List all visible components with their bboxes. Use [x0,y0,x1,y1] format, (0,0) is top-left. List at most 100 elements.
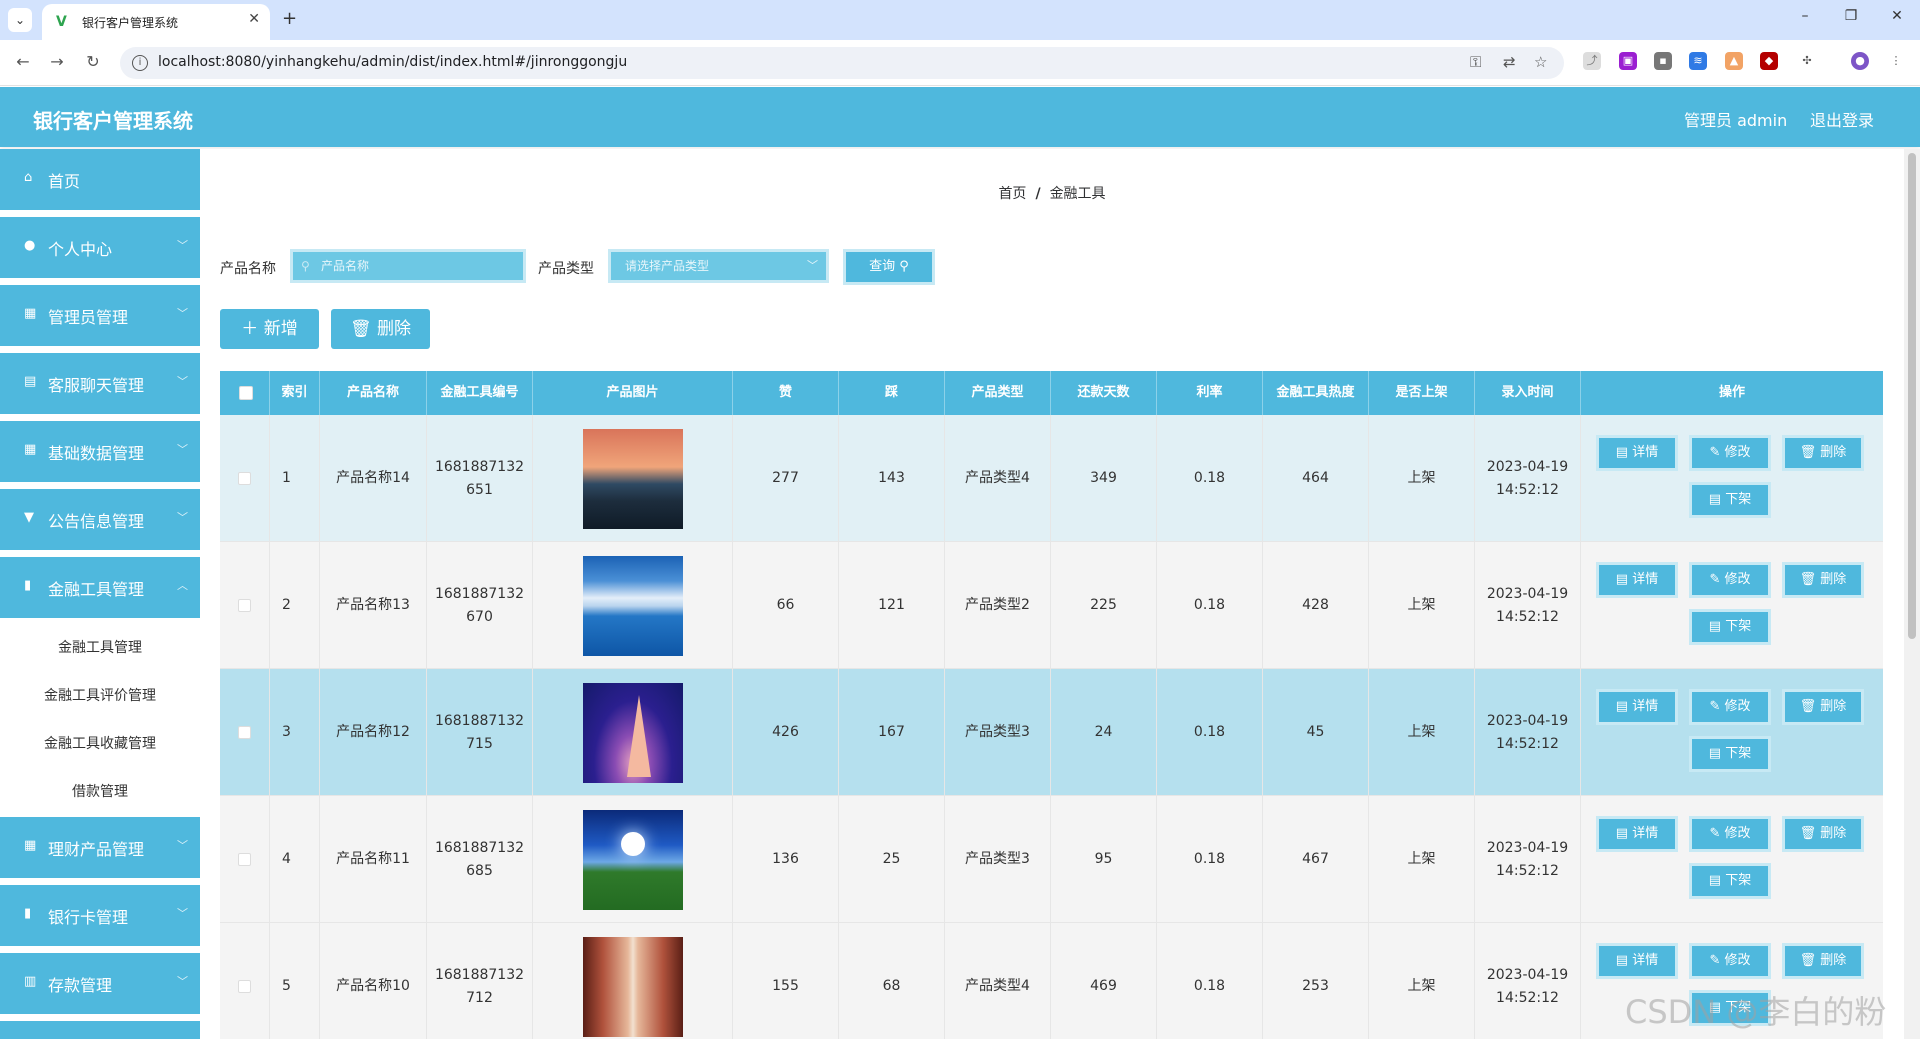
edit-button[interactable]: ✎ 修改 [1689,435,1771,471]
product-name-placeholder: 产品名称 [321,259,370,273]
table-header: 索引 产品名称 金融工具编号 产品图片 赞 踩 产品类型 还款天数 利率 金融工… [220,371,1883,415]
detail-button[interactable]: ▤ 详情 [1596,689,1678,725]
cell-repay-days: 469 [1051,923,1157,1039]
column-header: 产品图片 [533,371,733,415]
forward-arrow-icon[interactable]: → [46,52,68,71]
product-type-select[interactable]: 请选择产品类型 ﹀ [608,249,829,283]
table-row[interactable]: 2 产品名称13 1681887132 670 66 121 产品类型2 225 … [220,542,1883,669]
window-close-icon[interactable]: ✕ [1885,8,1909,24]
select-all-checkbox[interactable] [239,386,253,400]
cell-onshelf: 上架 [1369,669,1475,796]
cell-likes: 277 [733,415,839,542]
table-row[interactable]: 4 产品名称11 1681887132 685 136 25 产品类型3 95 0… [220,796,1883,923]
back-arrow-icon[interactable]: ← [12,52,34,71]
sidebar-item-bank-cards[interactable]: ▮ 银行卡管理 ﹀ [0,885,200,947]
delete-button[interactable]: 🗑 删除 [331,309,430,349]
row-checkbox[interactable] [238,472,251,485]
sidebar-item-home[interactable]: ⌂ 首页 [0,149,200,211]
detail-button[interactable]: ▤ 详情 [1596,435,1678,471]
created-time: 14:52:12 [1496,989,1559,1006]
extension-game-icon[interactable]: ▪ [1654,52,1672,70]
sidebar-item-next[interactable] [0,1021,200,1039]
tab-close-icon[interactable]: ✕ [248,11,260,27]
cell-product-image [533,669,733,796]
extension-app-icon[interactable]: ▣ [1619,52,1637,70]
sidebar-item-label: 公告信息管理 [48,512,145,531]
page-scrollbar[interactable] [1904,149,1920,1039]
logout-link[interactable]: 退出登录 [1810,107,1874,131]
extensions-puzzle-icon[interactable]: ✣ [1798,52,1816,70]
window-restore-icon[interactable]: ❐ [1839,8,1863,24]
offshelf-button[interactable]: ▤ 下架 [1689,736,1771,772]
detail-button[interactable]: ▤ 详情 [1596,943,1678,979]
edit-button[interactable]: ✎ 修改 [1689,816,1771,852]
sidebar-subitem-tool-favorites[interactable]: 金融工具收藏管理 [0,720,200,768]
sidebar-item-deposits[interactable]: ▥ 存款管理 ﹀ [0,953,200,1015]
sidebar-item-wealth-products[interactable]: ▦ 理财产品管理 ﹀ [0,817,200,879]
cell-heat: 467 [1263,796,1369,923]
row-delete-button[interactable]: 🗑 删除 [1782,943,1864,979]
row-checkbox[interactable] [238,853,251,866]
sidebar-item-announcements[interactable]: ▼ 公告信息管理 ﹀ [0,489,200,551]
edit-button[interactable]: ✎ 修改 [1689,562,1771,598]
app-header: 银行客户管理系统 管理员 admin 退出登录 [0,87,1920,147]
detail-button[interactable]: ▤ 详情 [1596,816,1678,852]
site-info-icon[interactable]: i [132,55,148,71]
cell-rate: 0.18 [1157,669,1263,796]
breadcrumb-home[interactable]: 首页 [998,186,1026,202]
password-key-icon[interactable]: ⚿ [1470,53,1481,71]
extension-shield-icon[interactable]: ◆ [1760,52,1778,70]
browser-menu-icon[interactable]: ⋮ [1887,52,1905,70]
edit-button[interactable]: ✎ 修改 [1689,689,1771,725]
extension-layers-icon[interactable]: ≋ [1689,52,1707,70]
product-name-input[interactable]: ⚲ 产品名称 [290,249,526,283]
row-checkbox[interactable] [238,599,251,612]
sidebar-item-chat-management[interactable]: ▤ 客服聊天管理 ﹀ [0,353,200,415]
new-tab-icon[interactable]: + [282,8,297,29]
reload-icon[interactable]: ↻ [82,52,104,71]
table-row[interactable]: 3 产品名称12 1681887132 715 426 167 产品类型3 24 … [220,669,1883,796]
row-delete-button[interactable]: 🗑 删除 [1782,816,1864,852]
add-button[interactable]: ＋ 新增 [220,309,319,349]
created-date: 2023-04-19 [1486,585,1569,602]
row-delete-button[interactable]: 🗑 删除 [1782,435,1864,471]
row-checkbox[interactable] [238,726,251,739]
row-delete-button[interactable]: 🗑 删除 [1782,562,1864,598]
table-row[interactable]: 1 产品名称14 1681887132 651 277 143 产品类型4 349… [220,415,1883,542]
address-url[interactable]: localhost:8080/yinhangkehu/admin/dist/in… [158,54,627,70]
sidebar-item-admin-management[interactable]: ▦ 管理员管理 ﹀ [0,285,200,347]
row-select-cell [220,669,270,796]
browser-tab-active[interactable]: V 银行客户管理系统 ✕ [42,4,270,40]
extension-cursor-icon[interactable]: ⤴ [1583,52,1601,70]
extension-orange-icon[interactable]: ▲ [1725,52,1743,70]
edit-button[interactable]: ✎ 修改 [1689,943,1771,979]
detail-button[interactable]: ▤ 详情 [1596,562,1678,598]
translate-icon[interactable]: ⇄ [1503,53,1516,71]
offshelf-button[interactable]: ▤ 下架 [1689,609,1771,645]
column-header: 金融工具热度 [1263,371,1369,415]
row-delete-button[interactable]: 🗑 删除 [1782,689,1864,725]
browser-tabstrip: ⌄ V 银行客户管理系统 ✕ + – ❐ ✕ [0,0,1920,40]
sidebar-subitem-financial-tools[interactable]: 金融工具管理 [0,624,200,672]
address-bar[interactable]: i localhost:8080/yinhangkehu/admin/dist/… [120,47,1564,79]
cell-product-name: 产品名称13 [320,542,427,669]
created-time: 14:52:12 [1496,735,1559,752]
sidebar-item-basic-data[interactable]: ▦ 基础数据管理 ﹀ [0,421,200,483]
window-minimize-icon[interactable]: – [1793,8,1817,24]
profile-avatar-icon[interactable]: ● [1851,52,1869,70]
sidebar-item-personal-center[interactable]: ● 个人中心 ﹀ [0,217,200,279]
tab-search-chevron-icon[interactable]: ⌄ [8,8,32,32]
row-checkbox[interactable] [238,980,251,993]
chevron-down-icon: ﹀ [177,975,188,988]
scrollbar-thumb[interactable] [1908,153,1916,639]
sidebar-item-financial-tools[interactable]: ▮ 金融工具管理 ︿ [0,557,200,619]
sidebar-subitem-tool-reviews[interactable]: 金融工具评价管理 [0,672,200,720]
tool-code-part1: 1681887132 [434,712,525,729]
offshelf-button[interactable]: ▤ 下架 [1689,863,1771,899]
cell-created-time: 2023-04-19 14:52:12 [1475,669,1581,796]
offshelf-button[interactable]: ▤ 下架 [1689,482,1771,518]
query-button[interactable]: 查询 ⚲ [843,249,935,285]
cell-index: 5 [270,923,320,1039]
sidebar-subitem-loans[interactable]: 借款管理 [0,768,200,816]
bookmark-star-icon[interactable]: ☆ [1534,53,1547,71]
